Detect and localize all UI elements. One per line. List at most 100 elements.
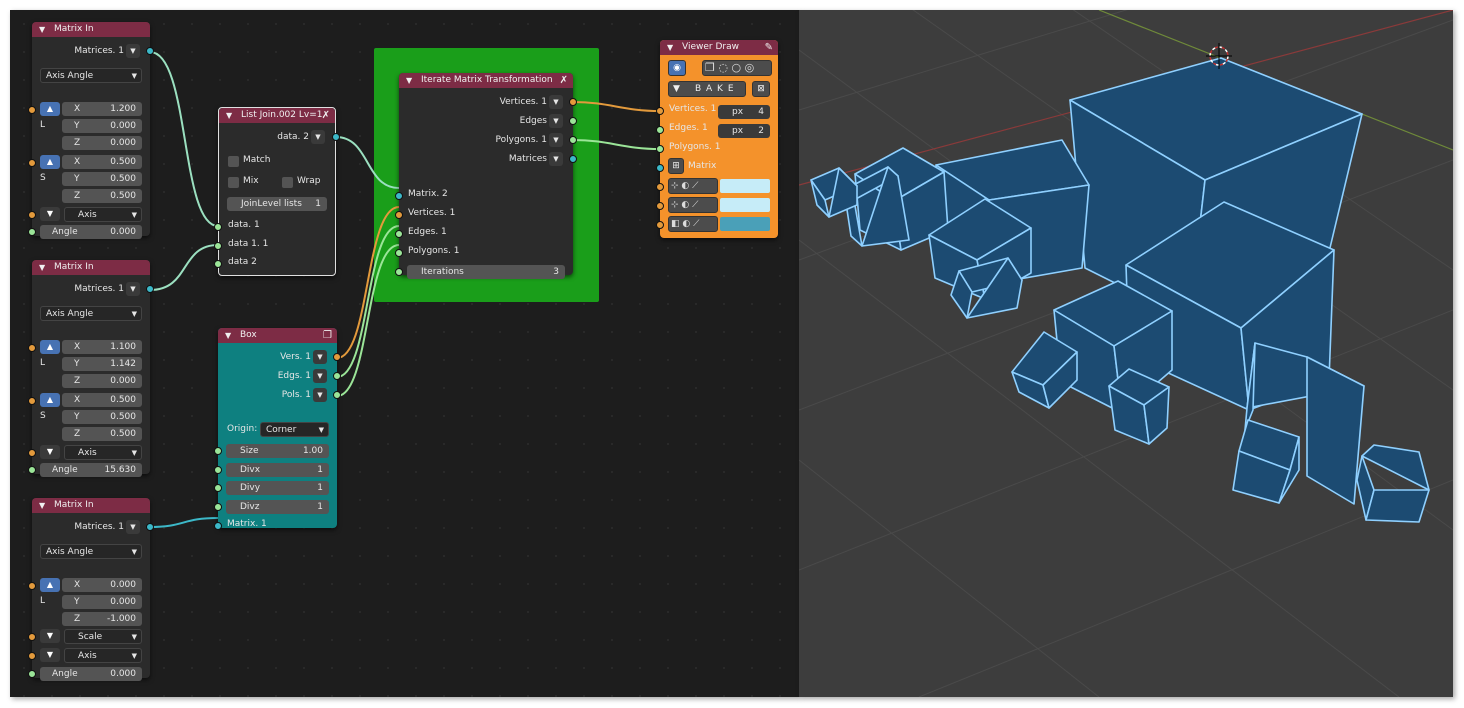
vertex-color-socket[interactable] (656, 183, 664, 191)
arrow-down-icon[interactable]: ▼ (40, 445, 60, 459)
chevron-down-icon[interactable]: ▼ (126, 520, 140, 534)
edge-width-field[interactable]: px 2 (718, 124, 770, 138)
wrench-icon[interactable]: ✗ (560, 73, 568, 88)
chevron-down-icon[interactable]: ▼ (549, 114, 563, 128)
cube-face[interactable] (1306, 356, 1365, 505)
polygons-in-socket[interactable] (656, 145, 664, 153)
node-header[interactable]: ▼ Matrix In (32, 498, 150, 513)
wrench-icon[interactable]: ✗ (322, 108, 330, 123)
mode-dropdown[interactable]: Axis Angle ▼ (40, 68, 142, 83)
match-checkbox[interactable] (228, 156, 239, 167)
arrow-up-icon[interactable]: ▲ (40, 102, 60, 116)
arrow-down-icon[interactable]: ▼ (40, 207, 60, 221)
node-header[interactable]: ▼ Viewer Draw ✎ (660, 40, 778, 55)
list-join-node[interactable]: ▼ List Join.002 Lv=1 ✗ data. 2 ▼ Match Mix … (214, 107, 340, 276)
axis-socket[interactable] (28, 652, 36, 660)
axis-socket[interactable] (28, 449, 36, 457)
z-field[interactable]: Z 0.500 (62, 189, 142, 203)
arrow-up-icon[interactable]: ▲ (40, 578, 60, 592)
chevron-down-icon[interactable]: ▼ (226, 108, 232, 123)
z-field[interactable]: Z -1.000 (62, 612, 142, 626)
edges-in-socket[interactable] (395, 230, 403, 238)
chevron-down-icon[interactable]: ▼ (667, 40, 673, 55)
node-header[interactable]: ▼ Iterate Matrix Transformation ✗ (399, 73, 573, 88)
matrix-in-socket[interactable] (656, 164, 664, 172)
cube-face[interactable] (1365, 489, 1430, 523)
y-field[interactable]: Y 0.500 (62, 172, 142, 186)
iterations-socket[interactable] (395, 268, 403, 276)
origin-dropdown[interactable]: Corner ▼ (260, 422, 329, 437)
vertex-size-field[interactable]: px 4 (718, 105, 770, 119)
z-field[interactable]: Z 0.000 (62, 374, 142, 388)
box-node[interactable]: ▼ Box ❐ Vers. 1 ▼ Edgs. 1 ▼ Pols. 1 ▼ Origin:… (214, 328, 341, 530)
data1-socket[interactable] (214, 223, 222, 231)
angle-field[interactable]: Angle 0.000 (40, 225, 142, 239)
output-socket[interactable] (146, 285, 154, 293)
vertex-color-swatch[interactable] (720, 179, 770, 193)
chevron-down-icon[interactable]: ▼ (549, 152, 563, 166)
wrap-checkbox[interactable] (282, 177, 293, 188)
chevron-down-icon[interactable]: ▼ (311, 130, 325, 144)
chevron-down-icon[interactable]: ▼ (313, 369, 327, 383)
divy-field[interactable]: Divy 1 (226, 481, 329, 495)
z-field[interactable]: Z 0.500 (62, 427, 142, 441)
x-field[interactable]: X 0.500 (62, 155, 142, 169)
chevron-down-icon[interactable]: ▼ (126, 44, 140, 58)
arrow-down-icon[interactable]: ▼ (40, 648, 60, 662)
arrow-up-icon[interactable]: ▲ (40, 340, 60, 354)
angle-socket[interactable] (28, 466, 36, 474)
location-socket[interactable] (28, 106, 36, 114)
eye-icon[interactable]: ◉ (668, 60, 686, 76)
output-socket[interactable] (146, 523, 154, 531)
bake-options-icon[interactable]: ⊠ (752, 81, 770, 97)
vertices-in-socket[interactable] (656, 107, 664, 115)
axis-socket[interactable] (28, 211, 36, 219)
node-header[interactable]: ▼ Matrix In (32, 22, 150, 37)
data11-socket[interactable] (214, 242, 222, 250)
mode-dropdown[interactable]: Axis Angle ▼ (40, 544, 142, 559)
arrow-up-icon[interactable]: ▲ (40, 393, 60, 407)
vertices-out-socket[interactable] (333, 353, 341, 361)
bake-button[interactable]: ▼ B A K E (668, 81, 746, 97)
iterate-matrix-node[interactable]: ▼ Iterate Matrix Transformation ✗ Vertices… (395, 73, 577, 279)
edge-color-icons[interactable]: ⊹ ◐ ⟋ (668, 197, 718, 213)
location-socket[interactable] (28, 344, 36, 352)
matrix-in-node-2[interactable]: ▼ Matrix In Matrices. 1 ▼ Axis Angle ▼ ▲ L … (28, 260, 154, 477)
mode-dropdown[interactable]: Axis Angle ▼ (40, 306, 142, 321)
location-socket[interactable] (28, 582, 36, 590)
divz-field[interactable]: Divz 1 (226, 500, 329, 514)
pencil-icon[interactable]: ✎ (765, 40, 773, 55)
x-field[interactable]: X 0.000 (62, 578, 142, 592)
matrix-in-node-1[interactable]: ▼ Matrix In Matrices. 1 ▼ Axis Angle ▼ ▲ L … (28, 22, 154, 239)
divz-socket[interactable] (214, 503, 222, 511)
face-color-swatch[interactable] (720, 217, 770, 231)
edges-out-socket[interactable] (333, 372, 341, 380)
polygons-in-socket[interactable] (395, 249, 403, 257)
face-icon[interactable]: ◎ (745, 61, 755, 74)
chevron-down-icon[interactable]: ▼ (126, 282, 140, 296)
output-socket[interactable] (332, 133, 340, 141)
y-field[interactable]: Y 1.142 (62, 357, 142, 371)
node-editor[interactable]: ▼ Matrix In Matrices. 1 ▼ Axis Angle ▼ ▲ L … (10, 10, 799, 697)
divy-socket[interactable] (214, 484, 222, 492)
node-header[interactable]: ▼ List Join.002 Lv=1 ✗ (219, 108, 335, 123)
copy-icon[interactable]: ❐ (323, 328, 332, 343)
circle-icon[interactable]: ○ (731, 61, 741, 74)
chevron-down-icon[interactable]: ▼ (225, 328, 231, 343)
3d-viewport[interactable] (799, 10, 1453, 697)
chevron-down-icon[interactable]: ▼ (313, 350, 327, 364)
vertex-color-icons[interactable]: ⊹ ◐ ⟋ (668, 178, 718, 194)
chevron-down-icon[interactable]: ▼ (549, 95, 563, 109)
vertices-in-socket[interactable] (395, 211, 403, 219)
join-level-field[interactable]: JoinLevel lists 1 (227, 197, 327, 211)
display-mode-group[interactable]: ❒ ◌ ○ ◎ (702, 60, 772, 76)
y-field[interactable]: Y 0.000 (62, 119, 142, 133)
scale-dropdown[interactable]: Scale ▼ (64, 629, 142, 644)
chevron-down-icon[interactable]: ▼ (39, 498, 45, 513)
scale-socket[interactable] (28, 159, 36, 167)
face-color-icons[interactable]: ◧ ◐ ⟋ (668, 216, 718, 232)
polygons-out-socket[interactable] (333, 391, 341, 399)
matrix-in-socket[interactable] (214, 522, 222, 530)
scale-socket[interactable] (28, 397, 36, 405)
vertices-out-socket[interactable] (569, 98, 577, 106)
